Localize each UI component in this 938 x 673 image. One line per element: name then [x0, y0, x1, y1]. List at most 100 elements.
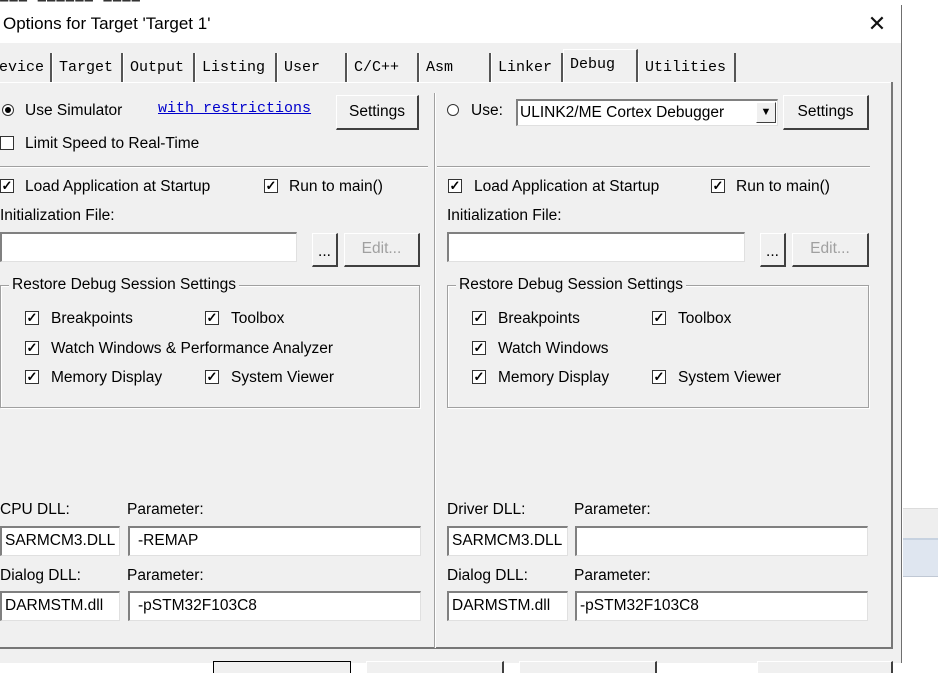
cpu-dll-input[interactable]: SARMCM3.DLL [0, 526, 120, 556]
left-divider [0, 166, 428, 168]
chevron-down-icon[interactable]: ▼ [756, 102, 776, 123]
left-breakpoints-checkbox[interactable]: ✓ [25, 311, 39, 325]
right-breakpoints-label: Breakpoints [498, 310, 580, 327]
left-run-to-main-checkbox[interactable]: ✓ [264, 179, 278, 193]
tab-asm[interactable]: Asm [419, 53, 491, 83]
tab-device[interactable]: evice [0, 53, 52, 83]
driver-dll-label: Driver DLL: [447, 501, 526, 518]
left-sysviewer-label: System Viewer [231, 369, 335, 386]
right-edit-button[interactable]: Edit... [792, 233, 869, 267]
left-dialog-param-label: Parameter: [127, 567, 204, 584]
right-toolbox-label: Toolbox [678, 310, 732, 327]
checkmark-icon: ✓ [26, 369, 38, 384]
cpu-param-input[interactable]: -REMAP [128, 526, 421, 556]
tab-linker[interactable]: Linker [491, 53, 563, 83]
right-sysviewer-label: System Viewer [678, 369, 782, 386]
use-target-radio[interactable] [447, 104, 459, 116]
left-run-to-main-label: Run to main() [289, 178, 383, 195]
right-load-app-label: Load Application at Startup [474, 178, 660, 195]
close-button[interactable]: ✕ [861, 8, 893, 40]
right-restore-session-title: Restore Debug Session Settings [456, 276, 687, 294]
checkmark-icon: ✓ [265, 178, 277, 193]
tab-user[interactable]: User [277, 53, 347, 83]
background-window-strip-selected [903, 538, 938, 577]
right-init-file-label: Initialization File: [447, 207, 562, 224]
tab-output[interactable]: Output [123, 53, 195, 83]
right-breakpoints-checkbox[interactable]: ✓ [472, 311, 486, 325]
right-watch-label: Watch Windows [498, 340, 609, 357]
left-init-file-input[interactable] [0, 232, 297, 262]
debugger-select-value: ULINK2/ME Cortex Debugger [520, 104, 725, 121]
title-bar: Options for Target 'Target 1' ✕ [0, 5, 901, 43]
checkmark-icon: ✓ [712, 178, 724, 193]
checkmark-icon: ✓ [26, 340, 38, 355]
checkmark-icon: ✓ [653, 310, 665, 325]
tab-debug[interactable]: Debug [563, 49, 638, 82]
right-memory-label: Memory Display [498, 369, 610, 386]
right-init-file-input[interactable] [447, 232, 745, 262]
checkmark-icon: ✓ [26, 310, 38, 325]
simulator-settings-button[interactable]: Settings [336, 95, 419, 130]
left-dialog-param-input[interactable]: -pSTM32F103C8 [128, 591, 421, 621]
use-simulator-radio[interactable] [2, 104, 14, 116]
debugger-settings-button[interactable]: Settings [783, 95, 869, 130]
right-dialog-param-input[interactable]: -pSTM32F103C8 [575, 591, 868, 621]
left-init-file-label: Initialization File: [0, 207, 115, 224]
tab-utilities[interactable]: Utilities [638, 53, 736, 83]
use-simulator-label: Use Simulator [25, 102, 123, 119]
limit-speed-checkbox[interactable] [0, 136, 14, 150]
cpu-param-label: Parameter: [127, 501, 204, 518]
right-run-to-main-label: Run to main() [736, 178, 830, 195]
driver-param-input[interactable] [575, 526, 868, 556]
right-watch-checkbox[interactable]: ✓ [472, 341, 486, 355]
limit-speed-label: Limit Speed to Real-Time [25, 135, 200, 152]
checkmark-icon: ✓ [473, 369, 485, 384]
use-target-label: Use: [471, 102, 503, 119]
left-edit-button[interactable]: Edit... [344, 233, 420, 267]
left-toolbox-label: Toolbox [231, 310, 285, 327]
debugger-select[interactable]: ULINK2/ME Cortex Debugger ▼ [516, 99, 778, 126]
checkmark-icon: ✓ [206, 310, 218, 325]
column-divider [434, 93, 436, 648]
driver-dll-input[interactable]: SARMCM3.DLL [447, 526, 568, 556]
tab-cc[interactable]: C/C++ [347, 53, 419, 83]
right-browse-button[interactable]: ... [760, 233, 786, 267]
left-memory-checkbox[interactable]: ✓ [25, 370, 39, 384]
left-browse-button[interactable]: ... [312, 233, 338, 267]
close-icon: ✕ [867, 11, 887, 36]
right-dialog-dll-label: Dialog DLL: [447, 567, 528, 584]
left-dialog-dll-label: Dialog DLL: [0, 567, 81, 584]
left-load-app-label: Load Application at Startup [25, 178, 211, 195]
left-watch-checkbox[interactable]: ✓ [25, 341, 39, 355]
right-memory-checkbox[interactable]: ✓ [472, 370, 486, 384]
left-memory-label: Memory Display [51, 369, 163, 386]
checkmark-icon: ✓ [1, 178, 13, 193]
tab-target[interactable]: Target [52, 53, 123, 83]
background-window-strip [903, 508, 938, 539]
checkmark-icon: ✓ [653, 369, 665, 384]
left-load-app-checkbox[interactable]: ✓ [0, 179, 14, 193]
left-dialog-dll-input[interactable]: DARMSTM.dll [0, 591, 120, 621]
window-title: Options for Target 'Target 1' [3, 14, 211, 33]
driver-param-label: Parameter: [574, 501, 651, 518]
left-sysviewer-checkbox[interactable]: ✓ [205, 370, 219, 384]
right-dialog-dll-input[interactable]: DARMSTM.dll [447, 591, 568, 621]
right-sysviewer-checkbox[interactable]: ✓ [652, 370, 666, 384]
checkmark-icon: ✓ [449, 178, 461, 193]
left-toolbox-checkbox[interactable]: ✓ [205, 311, 219, 325]
right-run-to-main-checkbox[interactable]: ✓ [711, 179, 725, 193]
checkmark-icon: ✓ [206, 369, 218, 384]
left-watch-label: Watch Windows & Performance Analyzer [51, 340, 333, 357]
right-load-app-checkbox[interactable]: ✓ [448, 179, 462, 193]
with-restrictions-link[interactable]: with restrictions [158, 100, 311, 117]
checkmark-icon: ✓ [473, 310, 485, 325]
tab-listing[interactable]: Listing [195, 53, 277, 83]
checkmark-icon: ✓ [473, 340, 485, 355]
left-breakpoints-label: Breakpoints [51, 310, 133, 327]
right-dialog-param-label: Parameter: [574, 567, 651, 584]
right-toolbox-checkbox[interactable]: ✓ [652, 311, 666, 325]
options-dialog: Options for Target 'Target 1' ✕ evice Ta… [0, 5, 902, 673]
left-restore-session-title: Restore Debug Session Settings [9, 276, 240, 294]
cpu-dll-label: CPU DLL: [0, 501, 70, 518]
right-divider [437, 166, 870, 168]
